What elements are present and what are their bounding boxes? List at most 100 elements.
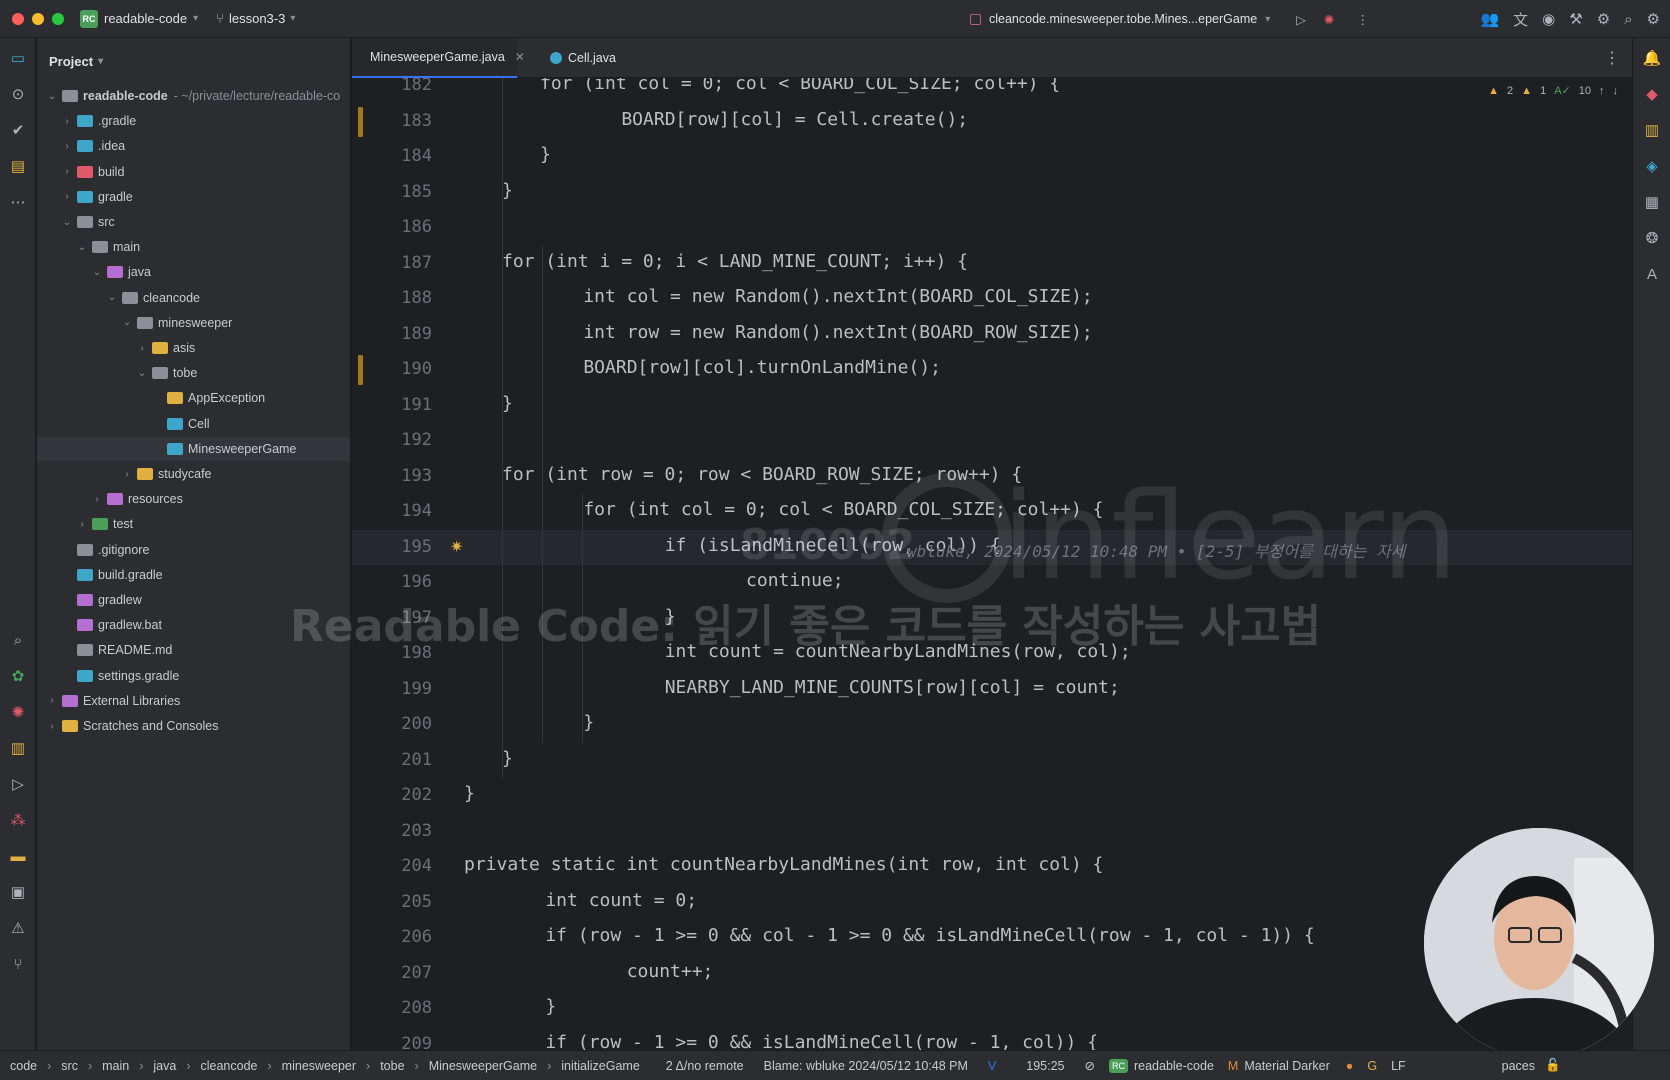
tree-item[interactable]: ⌄ minesweeper bbox=[37, 311, 350, 335]
breadcrumb-item[interactable]: cleancode bbox=[201, 1059, 258, 1073]
tree-item[interactable]: › External Libraries bbox=[37, 689, 350, 713]
database-tool-icon[interactable]: ▥ bbox=[8, 738, 28, 758]
tree-item[interactable]: ⌄ readable-code - ~/private/lecture/readab… bbox=[37, 84, 350, 108]
code-line[interactable]: } bbox=[540, 712, 594, 733]
minimize-window-button[interactable] bbox=[32, 12, 44, 25]
plugin-icon[interactable]: ⚙ bbox=[1597, 10, 1610, 28]
tree-item[interactable]: ⌄ src bbox=[37, 210, 350, 234]
chevron-right-icon[interactable]: › bbox=[60, 166, 74, 177]
line-number[interactable]: 204 bbox=[352, 856, 432, 876]
chevron-right-icon[interactable]: › bbox=[45, 695, 59, 706]
power-save-icon[interactable]: ● bbox=[1346, 1059, 1354, 1073]
tree-item[interactable]: ⌄ tobe bbox=[37, 361, 350, 385]
commit-tool-icon[interactable]: ⊙ bbox=[8, 84, 28, 104]
project-switcher[interactable]: readable-code bbox=[104, 11, 187, 26]
tree-item[interactable]: settings.gradle bbox=[37, 664, 350, 688]
code-line[interactable]: if (row - 1 >= 0 && isLandMineCell(row -… bbox=[502, 1032, 1098, 1051]
settings-icon[interactable]: ⚙ bbox=[1647, 10, 1660, 28]
run-tool-icon[interactable]: ▷ bbox=[8, 774, 28, 794]
line-number[interactable]: 207 bbox=[352, 963, 432, 983]
intention-bulb-icon[interactable]: ✷ bbox=[450, 537, 463, 557]
code-line[interactable]: } bbox=[464, 783, 475, 804]
chevron-down-icon[interactable]: ⌄ bbox=[135, 368, 149, 379]
line-number[interactable]: 190 bbox=[352, 359, 432, 379]
vim-icon[interactable]: V bbox=[988, 1059, 996, 1073]
line-number[interactable]: 205 bbox=[352, 892, 432, 912]
breadcrumb-item[interactable]: src bbox=[61, 1059, 78, 1073]
line-number[interactable]: 202 bbox=[352, 785, 432, 805]
vcs-status[interactable]: 2 Δ/no remote bbox=[666, 1059, 744, 1073]
code-line[interactable]: } bbox=[502, 748, 513, 769]
translate-icon[interactable]: 文 bbox=[1513, 9, 1528, 30]
code-line[interactable]: BOARD[row][col].turnOnLandMine(); bbox=[540, 357, 941, 378]
code-line[interactable]: } bbox=[502, 393, 513, 414]
text-panel-icon[interactable]: A bbox=[1642, 264, 1662, 284]
tree-item[interactable]: › Scratches and Consoles bbox=[37, 714, 350, 738]
tree-item[interactable]: › gradle bbox=[37, 185, 350, 209]
line-number[interactable]: 200 bbox=[352, 714, 432, 734]
line-number[interactable]: 209 bbox=[352, 1034, 432, 1051]
run-icon[interactable]: ▷ bbox=[1296, 12, 1306, 27]
tree-item[interactable]: › .gradle bbox=[37, 109, 350, 133]
ai-assistant-panel-icon[interactable]: ◆ bbox=[1642, 84, 1662, 104]
database-panel-icon[interactable]: ▥ bbox=[1642, 120, 1662, 140]
cursor-position[interactable]: 195:25 bbox=[1026, 1059, 1064, 1073]
chevron-down-icon[interactable]: ⌄ bbox=[120, 317, 134, 328]
notifications-icon[interactable]: 🔔 bbox=[1642, 48, 1662, 68]
project-panel-header[interactable]: Project ▾ bbox=[37, 38, 350, 84]
run-configuration-selector[interactable]: cleancode.minesweeper.tobe.Mines...eperG… bbox=[970, 0, 1369, 38]
line-number[interactable]: 185 bbox=[352, 182, 432, 202]
tree-item[interactable]: MinesweeperGame bbox=[37, 436, 350, 461]
tree-item[interactable]: .gitignore bbox=[37, 538, 350, 562]
tab-options-icon[interactable]: ⋮ bbox=[1604, 48, 1620, 68]
line-number[interactable]: 186 bbox=[352, 217, 432, 237]
code-line[interactable]: if (row - 1 >= 0 && col - 1 >= 0 && isLa… bbox=[502, 925, 1314, 946]
tree-item[interactable]: › asis bbox=[37, 336, 350, 360]
tree-item[interactable]: ⌄ main bbox=[37, 235, 350, 259]
branch-switcher[interactable]: ⑂ lesson3-3 ▾ bbox=[216, 11, 295, 26]
structure-tool-icon[interactable]: ▤ bbox=[8, 156, 28, 176]
line-number[interactable]: 193 bbox=[352, 466, 432, 486]
line-number[interactable]: 189 bbox=[352, 324, 432, 344]
table-panel-icon[interactable]: ▦ bbox=[1642, 192, 1662, 212]
problems-tool-icon[interactable]: ⚠ bbox=[8, 918, 28, 938]
breadcrumb-item[interactable]: tobe bbox=[380, 1059, 404, 1073]
line-number[interactable]: 203 bbox=[352, 821, 432, 841]
tree-item[interactable]: AppException bbox=[37, 386, 350, 410]
line-number[interactable]: 182 bbox=[352, 78, 432, 95]
code-with-me-icon[interactable]: 👥 bbox=[1480, 10, 1499, 28]
git-tool-icon[interactable]: ⁂ bbox=[8, 810, 28, 830]
tools-icon[interactable]: ⚒ bbox=[1569, 10, 1582, 28]
code-line[interactable]: continue; bbox=[616, 570, 844, 591]
line-number[interactable]: 208 bbox=[352, 998, 432, 1018]
plugin-panel-icon[interactable]: ❂ bbox=[1642, 228, 1662, 248]
chevron-right-icon[interactable]: › bbox=[45, 721, 59, 732]
inspection-widget[interactable]: ▲ 2 ▲ 1 A✓ 10 ↑ ↓ bbox=[1488, 84, 1618, 98]
line-number[interactable]: 191 bbox=[352, 395, 432, 415]
pull-requests-icon[interactable]: ✔ bbox=[8, 120, 28, 140]
vcs-change-marker[interactable] bbox=[358, 355, 363, 385]
project-status-label[interactable]: readable-code bbox=[1134, 1059, 1214, 1073]
readonly-icon[interactable]: ⊘ bbox=[1085, 1058, 1095, 1073]
line-number[interactable]: 199 bbox=[352, 679, 432, 699]
lock-icon[interactable]: 🔓 bbox=[1545, 1058, 1561, 1073]
version-control-icon[interactable]: ⑂ bbox=[8, 954, 28, 974]
tree-item[interactable]: ⌄ cleancode bbox=[37, 286, 350, 310]
line-number[interactable]: 196 bbox=[352, 572, 432, 592]
search-icon[interactable]: ⌕ bbox=[1624, 11, 1632, 28]
tree-item[interactable]: › .idea bbox=[37, 134, 350, 158]
code-line[interactable]: int row = new Random().nextInt(BOARD_ROW… bbox=[540, 322, 1092, 343]
blame-status[interactable]: Blame: wbluke 2024/05/12 10:48 PM bbox=[764, 1059, 968, 1073]
theme-label[interactable]: Material Darker bbox=[1244, 1059, 1329, 1073]
line-number[interactable]: 183 bbox=[352, 111, 432, 131]
breadcrumb-item[interactable]: minesweeper bbox=[282, 1059, 356, 1073]
code-line[interactable]: private static int countNearbyLandMines(… bbox=[464, 854, 1103, 875]
vcs-change-marker[interactable] bbox=[358, 106, 363, 137]
breadcrumb-item[interactable]: code bbox=[10, 1059, 37, 1073]
code-line[interactable]: int col = new Random().nextInt(BOARD_COL… bbox=[540, 286, 1092, 307]
line-number[interactable]: 195 bbox=[352, 537, 432, 557]
chevron-down-icon[interactable]: ⌄ bbox=[75, 242, 89, 253]
line-number[interactable]: 188 bbox=[352, 288, 432, 308]
chevron-right-icon[interactable]: › bbox=[60, 116, 74, 127]
previous-highlight-icon[interactable]: ↑ bbox=[1599, 85, 1605, 97]
